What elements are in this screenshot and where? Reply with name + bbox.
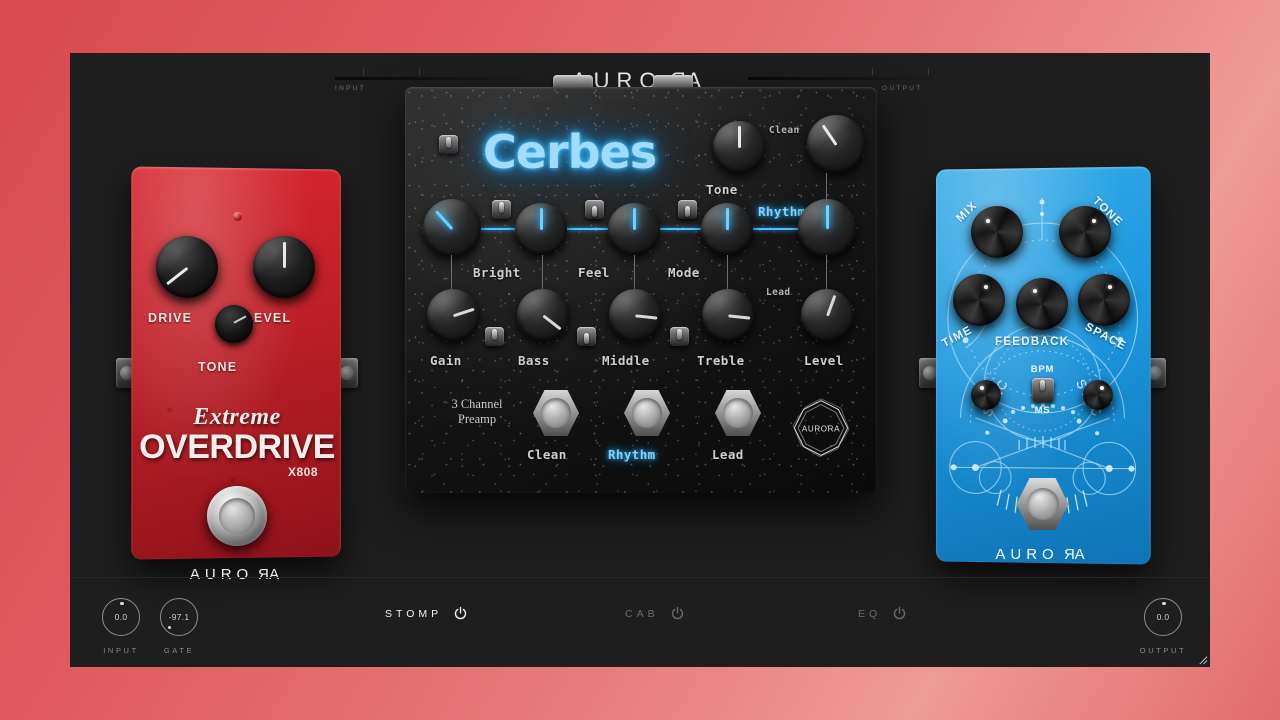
preamp-footswitch-clean-label: Clean <box>527 447 567 462</box>
overdrive-led <box>232 212 242 221</box>
overdrive-tone-knob[interactable] <box>215 305 253 343</box>
preamp-bright-toggle[interactable] <box>492 200 511 219</box>
preamp-middle-knob[interactable] <box>609 289 661 341</box>
preamp-bass-label: Bass <box>518 353 550 368</box>
preamp-gain-knob-top[interactable] <box>423 199 481 257</box>
input-gain-knob[interactable]: 0.0 <box>102 598 140 636</box>
pedal-preamp[interactable]: Cerbes Clean Tone Rhythm Bright Feel Mod… <box>405 75 877 493</box>
delay-aux-knob-right[interactable] <box>1078 375 1118 415</box>
delay-feedback-label: FEEDBACK <box>995 336 1070 348</box>
bottom-toolbar: 0.0 INPUT -97.1 GATE STOMP CAB EQ 0.0 OU… <box>70 577 1210 667</box>
preamp-mode-label: Mode <box>668 265 700 280</box>
preamp-bass-knob-top[interactable] <box>515 203 567 255</box>
preamp-lead-label: Lead <box>766 287 791 298</box>
preamp-feel-toggle[interactable] <box>585 200 604 219</box>
preamp-treble-label: Treble <box>697 353 745 368</box>
output-gain-label: OUTPUT <box>1139 646 1187 655</box>
output-gain-value: 0.0 <box>1156 612 1170 622</box>
overdrive-drive-knob[interactable] <box>151 231 223 303</box>
preamp-gain-mode-toggle[interactable] <box>485 327 504 346</box>
delay-space-knob[interactable] <box>1073 269 1135 331</box>
preamp-bass-knob[interactable] <box>517 289 569 341</box>
preamp-clean-label: Clean <box>769 125 800 136</box>
preamp-middle-mode-toggle[interactable] <box>670 327 689 346</box>
power-icon[interactable] <box>453 606 468 621</box>
preamp-bright-label: Bright <box>473 265 521 280</box>
pedal-delay[interactable]: SYNC SYNC MIX TONE TIME FEEDBACK <box>919 166 1166 565</box>
overdrive-tone-label: TONE <box>198 360 238 374</box>
preamp-logo: Cerbes <box>483 125 657 179</box>
preamp-footswitch-rhythm-label: Rhythm <box>608 447 656 462</box>
delay-brand-label: AURORA <box>995 546 1090 563</box>
preamp-treble-knob[interactable] <box>702 289 754 341</box>
preamp-gain-label: Gain <box>430 353 462 368</box>
delay-time-knob[interactable] <box>948 269 1010 331</box>
overdrive-model-number: X808 <box>287 465 318 479</box>
power-icon[interactable] <box>892 606 907 621</box>
module-toggle-stomp[interactable]: STOMP <box>385 606 468 621</box>
preamp-level-knob[interactable] <box>801 289 853 341</box>
preamp-clean-knob[interactable] <box>713 121 765 173</box>
preamp-treble-knob-top[interactable] <box>701 203 753 255</box>
module-stomp-label: STOMP <box>385 607 443 620</box>
overdrive-drive-label: DRIVE <box>148 311 193 325</box>
resize-handle[interactable] <box>1197 654 1208 665</box>
overdrive-footswitch[interactable] <box>207 486 267 546</box>
overdrive-title-line2: OVERDRIVE <box>139 428 335 466</box>
preamp-rhythm-label: Rhythm <box>758 204 806 219</box>
module-eq-label: EQ <box>858 607 882 620</box>
preamp-subtitle: 3 Channel Preamp <box>435 397 519 427</box>
module-toggle-cab[interactable]: CAB <box>625 606 685 621</box>
plugin-window: INPUT OUTPUT AURORA DRIVE LEVEL TONE Ext… <box>70 53 1210 667</box>
preamp-bass-mode-toggle[interactable] <box>577 327 596 346</box>
gate-label: GATE <box>163 646 195 655</box>
input-gain-value: 0.0 <box>114 612 128 622</box>
preamp-subtitle-line1: 3 Channel <box>451 397 503 411</box>
preamp-gain-knob[interactable] <box>427 289 479 341</box>
preamp-footswitch-lead-label: Lead <box>712 447 744 462</box>
preamp-clean-level-knob[interactable] <box>807 115 865 173</box>
module-cab-label: CAB <box>625 607 659 620</box>
gate-knob[interactable]: -97.1 <box>160 598 198 636</box>
svg-text:AURORA: AURORA <box>802 425 840 434</box>
preamp-middle-label: Middle <box>602 353 650 368</box>
preamp-brand-logo: AURORA <box>790 397 852 459</box>
preamp-power-toggle[interactable] <box>439 135 458 154</box>
preamp-middle-knob-top[interactable] <box>608 203 660 255</box>
gate-value: -97.1 <box>168 612 190 622</box>
delay-aux-knob-left[interactable] <box>966 375 1006 415</box>
preamp-level-label: Level <box>804 353 844 368</box>
overdrive-level-knob[interactable] <box>248 231 320 303</box>
delay-bpm-ms-toggle[interactable] <box>1031 378 1054 402</box>
power-icon[interactable] <box>670 606 685 621</box>
delay-feedback-knob[interactable] <box>1011 273 1073 335</box>
preamp-level-knob-top[interactable] <box>798 199 856 257</box>
preamp-mode-toggle[interactable] <box>678 200 697 219</box>
delay-mix-knob[interactable] <box>966 201 1028 263</box>
preamp-subtitle-line2: Preamp <box>457 412 497 426</box>
pedal-overdrive[interactable]: DRIVE LEVEL TONE Extreme OVERDRIVE X808 … <box>116 166 358 583</box>
overdrive-title-line1: Extreme <box>193 404 281 430</box>
preamp-feel-label: Feel <box>578 265 610 280</box>
output-gain-knob[interactable]: 0.0 <box>1144 598 1182 636</box>
preamp-tone-label: Tone <box>706 182 738 197</box>
delay-ms-label: MS <box>1034 405 1051 416</box>
module-toggle-eq[interactable]: EQ <box>858 606 907 621</box>
delay-bpm-label: BPM <box>1030 364 1055 375</box>
